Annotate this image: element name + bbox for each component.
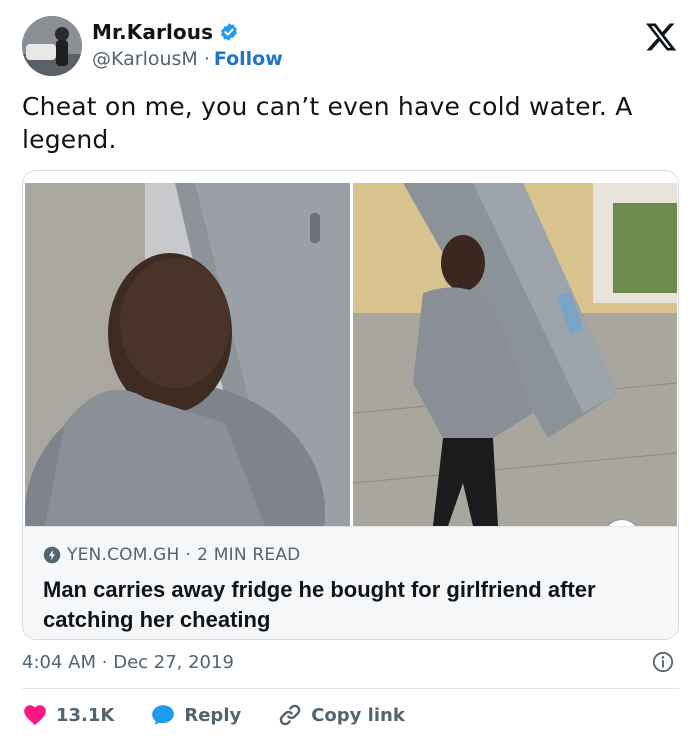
like-button[interactable]: 13.1K	[22, 702, 114, 728]
timestamp-separator: ·	[101, 652, 108, 673]
chain-link-icon	[279, 704, 301, 726]
avatar[interactable]	[22, 16, 82, 76]
tweet-time: 4:04 AM	[22, 652, 96, 673]
link-icon	[43, 546, 61, 564]
card-source: YEN.COM.GH	[67, 545, 180, 565]
info-icon[interactable]	[652, 651, 674, 673]
action-bar: 13.1K Reply Copy link	[22, 700, 441, 730]
author-handle[interactable]: @KarlousM	[92, 48, 198, 70]
copy-link-label: Copy link	[311, 704, 405, 726]
verified-badge-icon	[219, 22, 239, 42]
reply-label: Reply	[184, 704, 242, 726]
reply-bubble-icon	[152, 705, 175, 725]
card-media[interactable]: i	[23, 183, 678, 556]
reply-button[interactable]: Reply	[150, 702, 241, 728]
tweet-date: Dec 27, 2019	[113, 652, 234, 673]
divider	[22, 688, 679, 689]
heart-icon	[24, 705, 46, 726]
card-source-row: YEN.COM.GH · 2 MIN READ	[43, 545, 300, 565]
follow-button[interactable]: Follow	[214, 48, 283, 70]
card-read-time: 2 MIN READ	[197, 545, 301, 565]
copy-link-button[interactable]: Copy link	[277, 702, 405, 728]
tweet-timestamp[interactable]: 4:04 AM · Dec 27, 2019	[22, 652, 234, 673]
avatar-image	[22, 16, 82, 76]
like-count: 13.1K	[56, 704, 115, 726]
card-photo-left	[25, 183, 350, 526]
link-preview-card[interactable]: i YEN.COM.GH · 2 MIN READ Man carries aw…	[22, 170, 679, 640]
tweet-text: Cheat on me, you can’t even have cold wa…	[22, 92, 633, 154]
author-block: Mr.Karlous @KarlousM · Follow	[92, 20, 283, 70]
author-display-name[interactable]: Mr.Karlous	[92, 20, 213, 44]
x-logo-icon[interactable]	[644, 20, 678, 54]
card-headline[interactable]: Man carries away fridge he bought for gi…	[43, 575, 653, 635]
handle-separator: ·	[203, 48, 210, 70]
card-footer[interactable]: YEN.COM.GH · 2 MIN READ Man carries away…	[23, 526, 678, 639]
card-source-separator: ·	[185, 545, 192, 565]
card-photo-right	[353, 183, 677, 526]
